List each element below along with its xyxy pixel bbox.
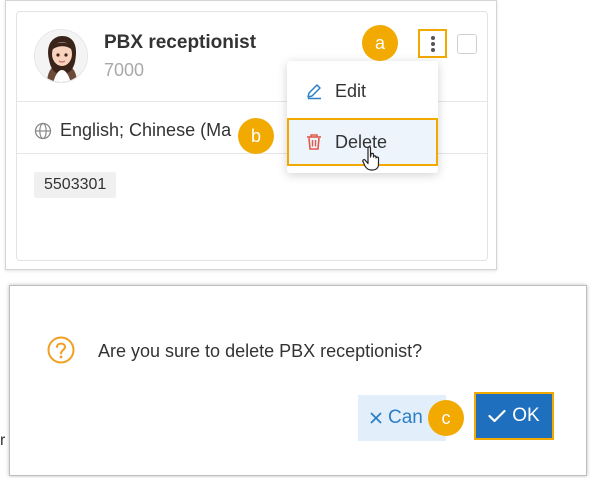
callout-badge-c: c xyxy=(428,400,464,436)
ok-button[interactable]: OK xyxy=(474,392,554,440)
ok-button-label: OK xyxy=(512,405,540,426)
dialog-message: Are you sure to delete PBX receptionist? xyxy=(98,341,423,361)
globe-icon xyxy=(34,122,52,139)
more-actions-button[interactable] xyxy=(418,29,447,58)
edge-text: r xyxy=(0,432,6,449)
select-checkbox[interactable] xyxy=(457,34,477,54)
trash-icon xyxy=(307,134,321,150)
language-row: English; Chinese (Ma xyxy=(34,120,231,141)
close-icon xyxy=(370,412,382,424)
menu-item-edit-label: Edit xyxy=(335,80,367,101)
avatar xyxy=(34,29,88,83)
hand-cursor-icon xyxy=(362,146,382,177)
number-tag: 5503301 xyxy=(34,172,117,198)
menu-item-edit[interactable]: Edit xyxy=(287,67,438,115)
question-circle-icon xyxy=(47,336,75,369)
card-title: PBX receptionist xyxy=(104,32,257,53)
cancel-button-label: Can xyxy=(388,407,423,428)
more-vertical-icon xyxy=(430,35,435,52)
callout-badge-a: a xyxy=(362,25,398,61)
language-text: English; Chinese (Ma xyxy=(60,120,232,140)
confirm-delete-dialog: Are you sure to delete PBX receptionist?… xyxy=(9,285,587,476)
pencil-icon xyxy=(307,84,321,100)
check-icon xyxy=(488,409,506,423)
extension-number: 7000 xyxy=(104,60,145,80)
callout-badge-b: b xyxy=(238,118,274,154)
